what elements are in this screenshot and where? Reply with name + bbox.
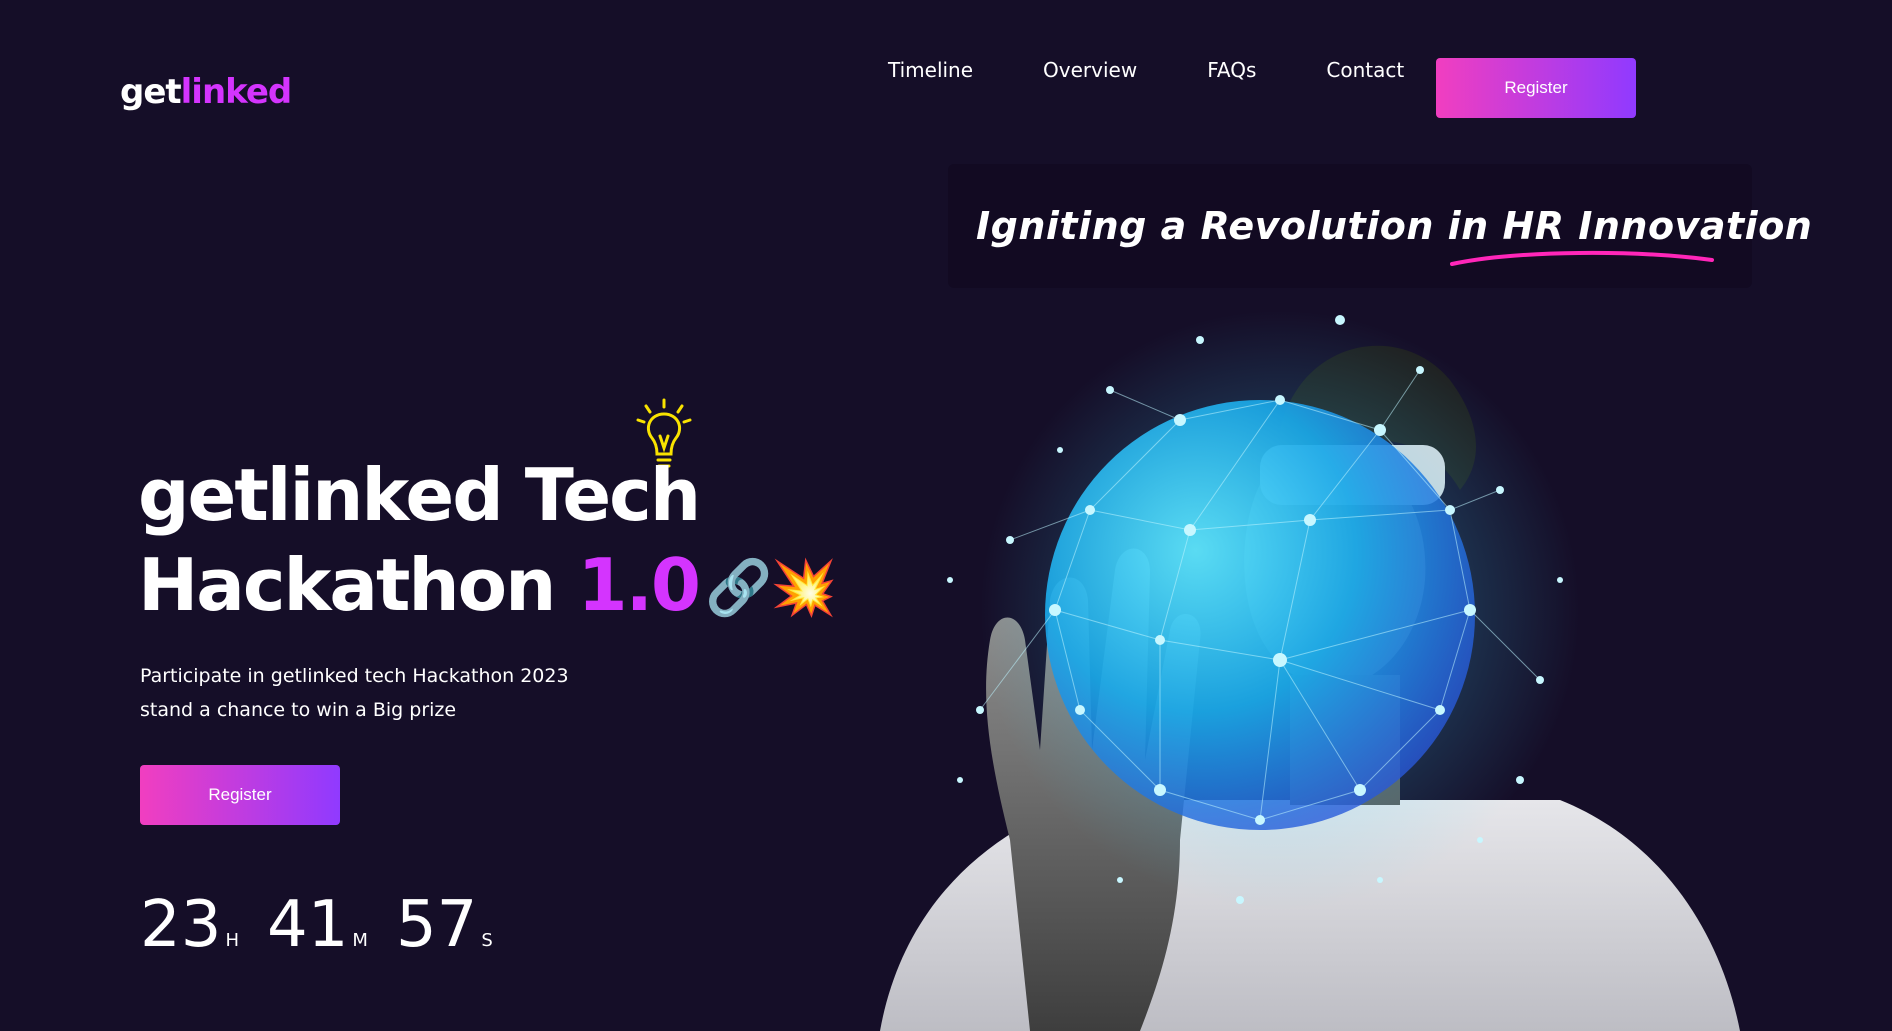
chain-spark-emoji: 🔗💥 xyxy=(705,556,837,619)
logo-part-linked: linked xyxy=(180,72,293,112)
tagline: Igniting a Revolution in HR Innovation xyxy=(976,204,1813,248)
hero-title-line1: getlinked Tech xyxy=(138,453,701,537)
hero-version: 1.0 xyxy=(577,543,701,627)
nav-faqs[interactable]: FAQs xyxy=(1207,58,1256,82)
countdown-minutes: 41 xyxy=(266,888,349,962)
countdown-seconds: 57 xyxy=(395,888,478,962)
nav-register-button[interactable]: Register xyxy=(1436,58,1636,118)
nav-overview[interactable]: Overview xyxy=(1043,58,1137,82)
nav-contact[interactable]: Contact xyxy=(1326,58,1404,82)
main-nav: Timeline Overview FAQs Contact xyxy=(888,58,1474,82)
nav-timeline[interactable]: Timeline xyxy=(888,58,973,82)
hero-illustration xyxy=(880,310,1740,1031)
tagline-underline xyxy=(1450,250,1714,266)
logo[interactable]: getlinked xyxy=(120,72,293,112)
hero-description: Participate in getlinked tech Hackathon … xyxy=(140,665,569,721)
hero-register-button[interactable]: Register xyxy=(140,765,340,825)
hero-title-line2: Hackathon xyxy=(138,543,556,627)
countdown-minutes-unit: M xyxy=(352,930,368,951)
countdown-hours-unit: H xyxy=(225,930,239,951)
hero-title: getlinked Tech Hackathon 1.0 🔗💥 xyxy=(138,450,898,633)
logo-part-get: get xyxy=(120,72,182,112)
countdown-timer: 23 H 41 M 57 S xyxy=(140,890,521,960)
countdown-seconds-unit: S xyxy=(481,930,493,951)
countdown-hours: 23 xyxy=(140,888,222,962)
hero-title-line2-wrap: Hackathon 1.0 🔗💥 xyxy=(138,540,898,633)
